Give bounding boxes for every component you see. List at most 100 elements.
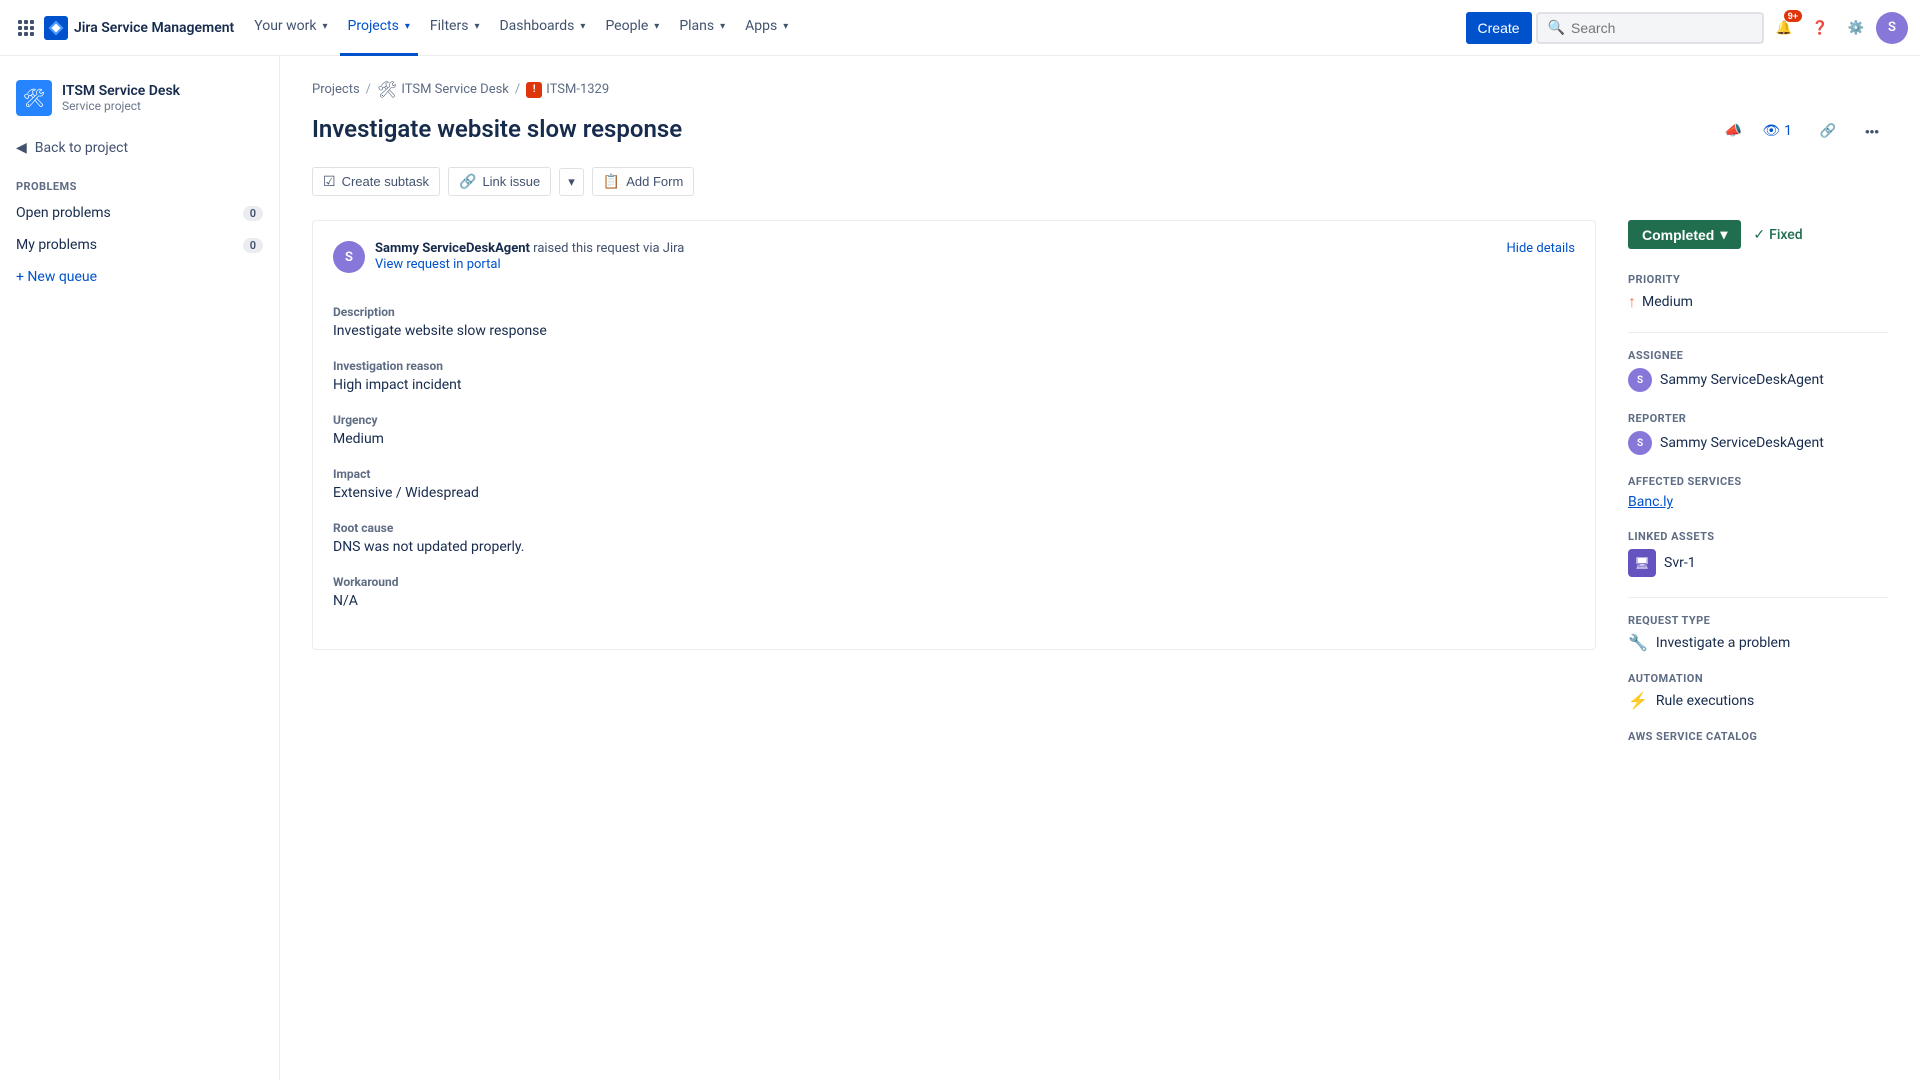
project-breadcrumb-icon: 🛠 [377,80,397,99]
affected-services-field: Affected services Banc.ly [1628,475,1888,510]
impact-section: Impact Extensive / Widespread [333,467,1575,501]
app-name: Jira Service Management [74,20,234,36]
project-name: ITSM Service Desk [62,83,180,99]
notifications-button[interactable]: 🔔 9+ [1768,12,1800,44]
breadcrumb-issue-id[interactable]: ITSM-1329 [546,82,609,97]
assignee-avatar: S [1628,368,1652,392]
back-icon: ◀ [16,140,27,156]
request-type-field: Request Type 🔧 Investigate a problem [1628,614,1888,652]
app-logo[interactable]: Jira Service Management [44,16,234,40]
issue-sidebar: Completed ▾ ✓ Fixed Priority ↑ Medium [1628,220,1888,763]
view-portal-link[interactable]: View request in portal [375,257,501,272]
description-section: Description Investigate website slow res… [333,305,1575,339]
create-subtask-button[interactable]: ☑ Create subtask [312,167,440,196]
user-avatar[interactable]: S [1876,12,1908,44]
asset-icon: 🖥 [1628,549,1656,577]
check-icon: ✓ [1753,227,1765,243]
new-queue-button[interactable]: + New queue [0,261,279,293]
reporter-avatar: S [1628,431,1652,455]
search-icon: 🔍 [1548,20,1565,36]
toolbar-dropdown[interactable]: ▾ [559,168,584,196]
add-form-button[interactable]: 📋 Add Form [592,167,695,196]
back-to-project[interactable]: ◀ Back to project [0,132,279,164]
affected-services-link[interactable]: Banc.ly [1628,494,1673,510]
breadcrumb-projects[interactable]: Projects [312,82,360,97]
automation-value: Rule executions [1656,693,1754,709]
top-navigation: Jira Service Management Your work ▾ Proj… [0,0,1920,56]
linked-asset-value: Svr-1 [1664,555,1696,571]
description-value: Investigate website slow response [333,323,1575,339]
eye-icon: 👁 [1762,123,1780,139]
issue-header: Investigate website slow response 📣 👁 1 … [312,115,1888,147]
raised-text: Sammy ServiceDeskAgent raised this reque… [375,241,684,256]
sidebar-item-open-problems[interactable]: Open problems 0 [0,197,279,229]
issue-header-actions: 📣 👁 1 🔗 ••• [1725,115,1888,147]
raised-by-avatar: S [333,241,365,273]
sidebar-section-problems: Problems [0,164,279,197]
divider [1628,332,1888,333]
aws-field: AWS Service Catalog [1628,730,1888,743]
watchers-button[interactable]: 👁 1 [1754,119,1800,143]
lightning-icon: ⚡ [1628,691,1648,710]
project-icon: 🛠 [16,80,52,116]
sidebar-project: 🛠 ITSM Service Desk Service project [0,72,279,132]
assignee-value: Sammy ServiceDeskAgent [1660,372,1824,388]
project-type: Service project [62,99,180,113]
share-button[interactable]: 🔗 [1812,115,1844,147]
settings-button[interactable]: ⚙️ [1840,12,1872,44]
status-chevron-icon: ▾ [1720,226,1727,243]
reporter-value: Sammy ServiceDeskAgent [1660,435,1824,451]
watchers-count: 1 [1784,123,1792,139]
reporter-field: Reporter S Sammy ServiceDeskAgent [1628,412,1888,455]
assignee-field: Assignee S Sammy ServiceDeskAgent [1628,349,1888,392]
priority-icon: ↑ [1628,292,1636,312]
nav-projects[interactable]: Projects ▾ [340,0,418,56]
notification-badge: 9+ [1784,10,1802,22]
nav-plans[interactable]: Plans ▾ [671,0,733,56]
link-icon: 🔗 [459,173,476,190]
subtask-icon: ☑ [323,173,336,190]
fixed-badge: ✓ Fixed [1753,227,1802,243]
root-cause-section: Root cause DNS was not updated properly. [333,521,1575,555]
breadcrumb-project[interactable]: ITSM Service Desk [401,82,509,97]
megaphone-icon: 📣 [1725,123,1742,139]
open-problems-count: 0 [243,206,263,221]
breadcrumb: Projects / 🛠 ITSM Service Desk / ! ITSM-… [312,80,1888,99]
main-content: Projects / 🛠 ITSM Service Desk / ! ITSM-… [280,56,1920,1080]
workaround-value: N/A [333,593,1575,609]
create-button[interactable]: Create [1466,12,1532,44]
issue-main: S Sammy ServiceDeskAgent raised this req… [312,220,1596,763]
sidebar-item-my-problems[interactable]: My problems 0 [0,229,279,261]
issue-type-icon: ! [526,82,542,98]
link-issue-button[interactable]: 🔗 Link issue [448,167,551,196]
nav-apps[interactable]: Apps ▾ [737,0,796,56]
app-layout: 🛠 ITSM Service Desk Service project ◀ Ba… [0,56,1920,1080]
nav-your-work[interactable]: Your work ▾ [246,0,335,56]
root-cause-value: DNS was not updated properly. [333,539,1575,555]
priority-field: Priority ↑ Medium [1628,273,1888,312]
detail-card: S Sammy ServiceDeskAgent raised this req… [312,220,1596,650]
grid-icon[interactable] [12,14,40,42]
nav-filters[interactable]: Filters ▾ [422,0,488,56]
search-input[interactable] [1571,20,1752,36]
help-button[interactable]: ❓ [1804,12,1836,44]
investigation-reason-value: High impact incident [333,377,1575,393]
workaround-section: Workaround N/A [333,575,1575,609]
my-problems-count: 0 [243,238,263,253]
request-type-icon: 🔧 [1628,633,1648,652]
hide-details-button[interactable]: Hide details [1507,241,1575,256]
investigation-reason-section: Investigation reason High impact inciden… [333,359,1575,393]
more-options-button[interactable]: ••• [1856,115,1888,147]
form-icon: 📋 [603,173,620,190]
urgency-value: Medium [333,431,1575,447]
nav-people[interactable]: People ▾ [597,0,667,56]
request-type-value: Investigate a problem [1656,635,1790,651]
issue-title: Investigate website slow response [312,115,1725,143]
nav-dashboards[interactable]: Dashboards ▾ [491,0,593,56]
raised-by-section: S Sammy ServiceDeskAgent raised this req… [333,241,684,273]
automation-field: Automation ⚡ Rule executions [1628,672,1888,710]
status-row: Completed ▾ ✓ Fixed [1628,220,1888,249]
linked-assets-field: LINKED ASSETS 🖥 Svr-1 [1628,530,1888,577]
search-bar[interactable]: 🔍 [1536,12,1764,44]
status-button[interactable]: Completed ▾ [1628,220,1741,249]
